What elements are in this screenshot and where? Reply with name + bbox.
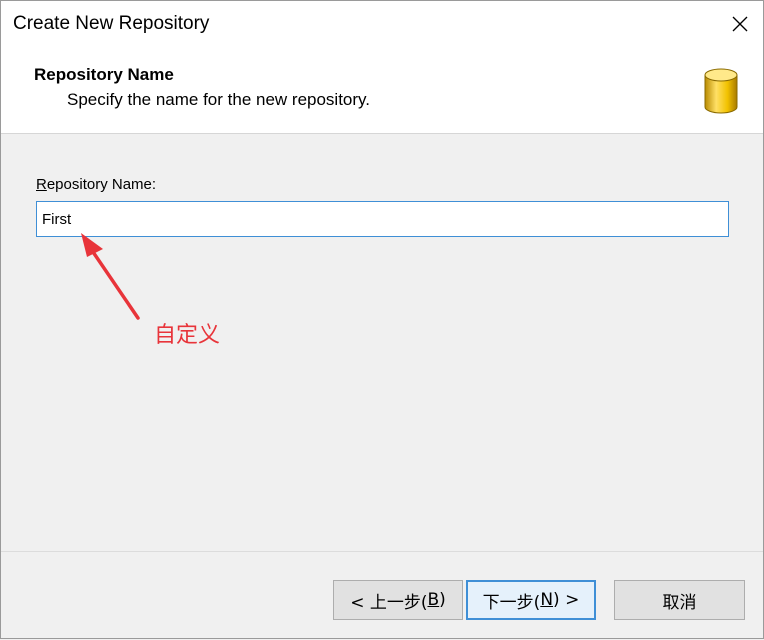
header-title: Repository Name (34, 65, 174, 84)
close-icon (732, 16, 748, 32)
cancel-button[interactable]: 取消 (614, 580, 745, 620)
repository-name-label: Repository Name: (36, 176, 156, 193)
back-button[interactable]: < 上一步(B) (333, 580, 463, 620)
annotation-label: 自定义 (154, 323, 221, 348)
label-text: epository Name: (46, 176, 157, 193)
window-title: Create New Repository (13, 13, 210, 34)
wizard-header: Repository Name Specify the name for the… (1, 47, 763, 134)
next-button[interactable]: 下一步(N) > (466, 580, 596, 620)
title-bar: Create New Repository (1, 1, 763, 47)
database-icon (704, 68, 738, 114)
header-subtitle: Specify the name for the new repository. (67, 90, 371, 109)
footer-divider (1, 551, 763, 552)
repository-name-input[interactable] (36, 201, 729, 237)
close-button[interactable] (717, 1, 763, 47)
create-repository-dialog: Create New Repository Repository Name Sp… (0, 0, 764, 639)
label-mnemonic: R (36, 176, 47, 193)
